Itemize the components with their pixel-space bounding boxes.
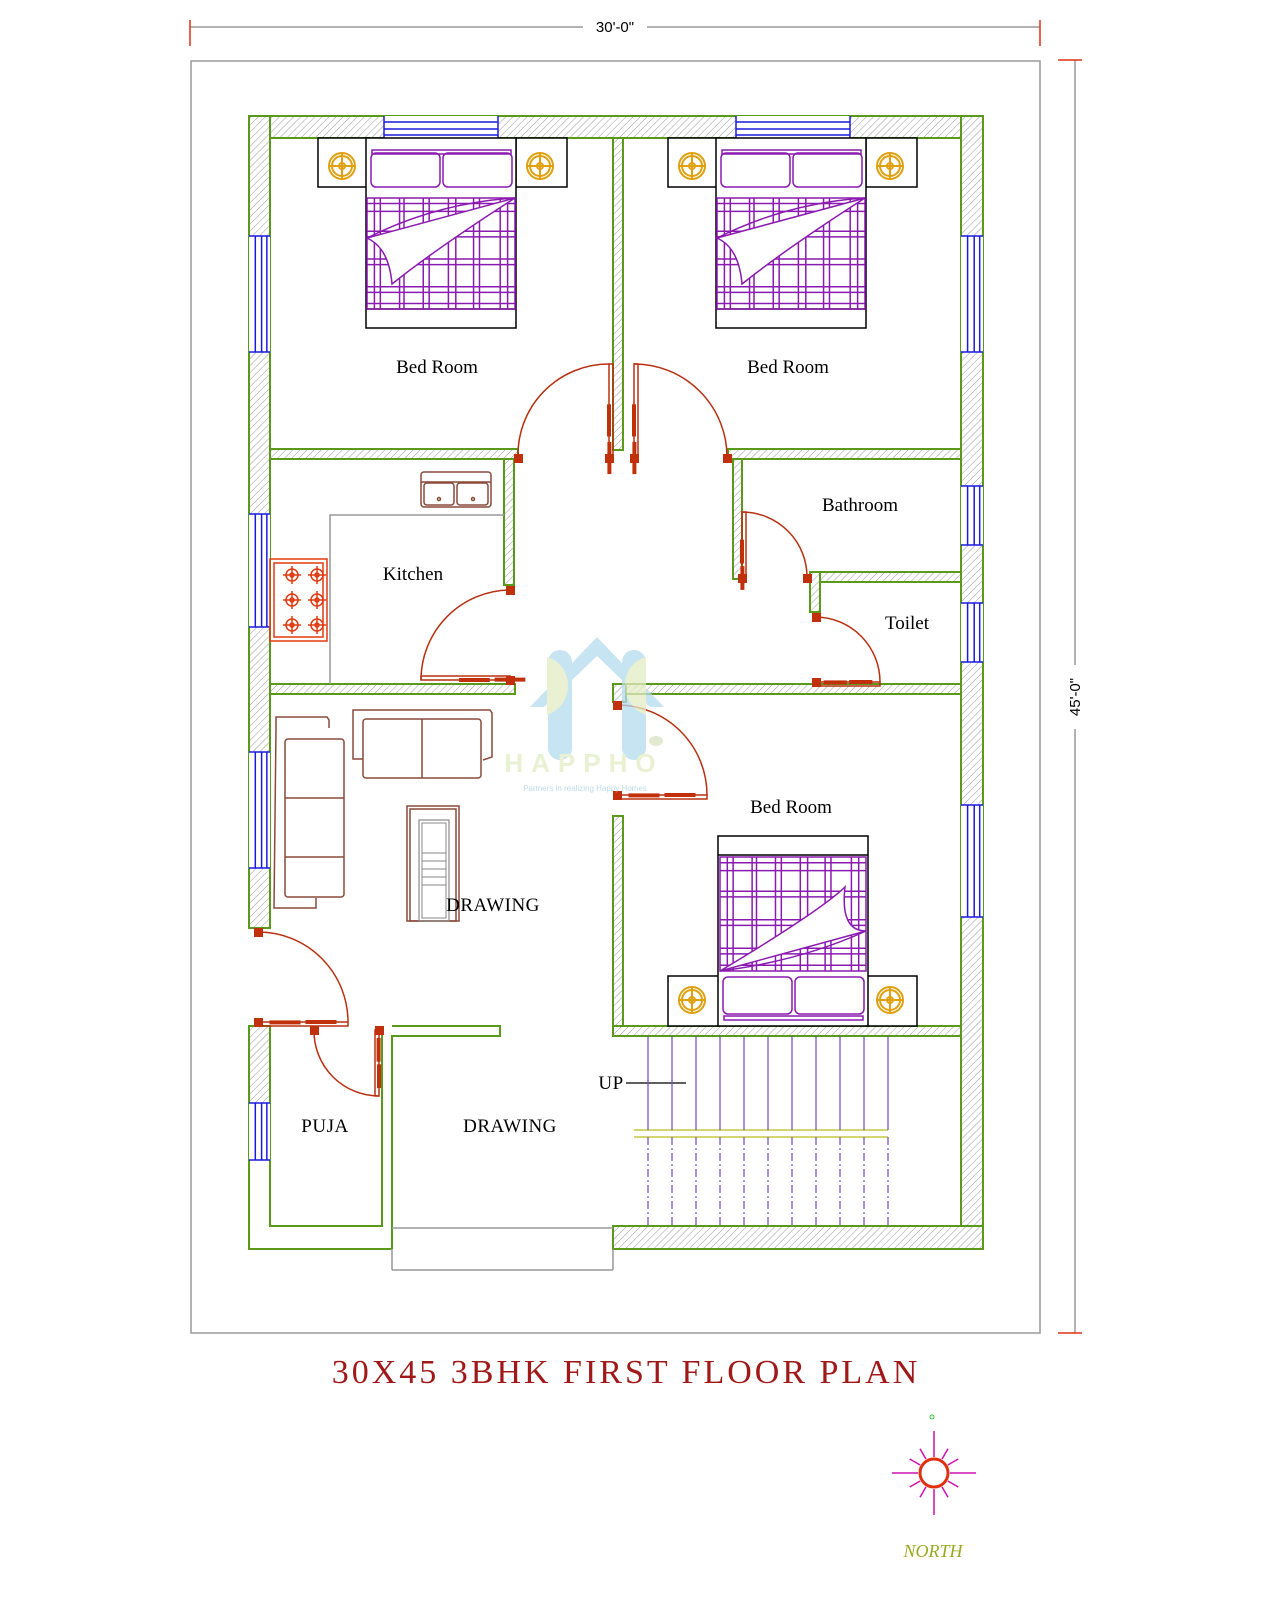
compass-ray	[909, 1480, 921, 1488]
balcony-lines	[391, 1227, 614, 1271]
room-label-bedroom-top-right: Bed Room	[747, 357, 829, 378]
compass-ray	[941, 1448, 949, 1460]
stair-up-label: UP	[598, 1073, 623, 1094]
side-window	[961, 485, 983, 546]
compass-ray	[947, 1458, 959, 1466]
plan-title: 30X45 3BHK FIRST FLOOR PLAN	[332, 1354, 921, 1391]
bed-lower-right	[667, 835, 918, 1027]
compass-ray	[947, 1480, 959, 1488]
floor-plan: 30'-0" 45'-0" HAPPHO Partners in realizi…	[189, 16, 1085, 1561]
door-swing	[514, 363, 614, 475]
compass-ray	[909, 1458, 921, 1466]
room-label-bathroom: Bathroom	[822, 495, 898, 516]
room-label-puja: PUJA	[301, 1116, 348, 1137]
window-top-right	[735, 116, 851, 138]
window-top-left	[383, 116, 499, 138]
side-window	[249, 513, 270, 628]
watermark-brand: HAPPHO	[504, 748, 663, 778]
depth-dimension: 45'-0"	[1058, 59, 1085, 1334]
stove-icon	[269, 558, 328, 642]
door-swing	[310, 1026, 384, 1097]
door-swing	[738, 511, 812, 590]
side-window	[249, 1102, 270, 1161]
compass-ray	[919, 1448, 927, 1460]
door-swing	[630, 363, 732, 475]
watermark-tagline: Partners in realizing Happy Homes	[523, 784, 647, 793]
sofa-top	[352, 709, 493, 779]
compass-ray	[919, 1486, 927, 1498]
room-label-bedroom-top-left: Bed Room	[396, 357, 478, 378]
drawing-room-furniture	[273, 709, 493, 922]
room-label-kitchen: Kitchen	[383, 564, 444, 585]
depth-dimension-label: 45'-0"	[1067, 678, 1084, 716]
sofa-left	[273, 716, 345, 909]
door-swing	[254, 928, 349, 1027]
room-label-drawing-upper: DRAWING	[446, 895, 540, 916]
door-swing	[420, 586, 526, 685]
room-label-toilet: Toilet	[885, 613, 930, 634]
side-window	[249, 751, 270, 869]
north-label: NORTH	[902, 1541, 963, 1561]
room-label-bedroom-lower: Bed Room	[750, 797, 832, 818]
north-compass-icon	[892, 1414, 976, 1515]
side-window	[961, 602, 983, 663]
room-label-drawing-lower: DRAWING	[463, 1116, 557, 1137]
staircase	[626, 1036, 889, 1226]
side-window	[249, 235, 270, 353]
width-dimension-label: 30'-0"	[596, 19, 634, 36]
compass-ray	[941, 1486, 949, 1498]
bed-top-right	[667, 137, 918, 329]
side-window	[961, 804, 983, 918]
bed-top-left	[317, 137, 568, 329]
side-window	[961, 235, 983, 353]
watermark-logo: HAPPHO Partners in realizing Happy Homes	[504, 637, 664, 793]
door-swing	[812, 613, 881, 687]
width-dimension: 30'-0"	[189, 16, 1041, 46]
